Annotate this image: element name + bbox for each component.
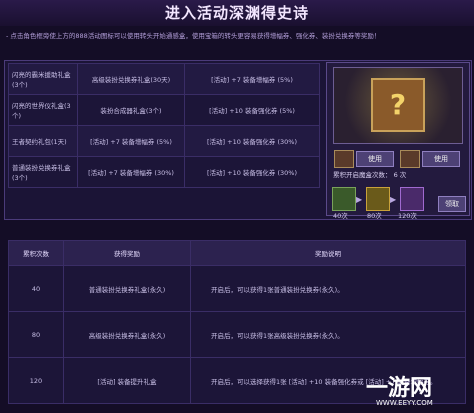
- table-row: 40 普通装扮兑换券礼盒(永久) 开启后，可以获得1张普通装扮兑换券(永久)。: [8, 265, 466, 312]
- notice-text: - 点击角色框旁使上方的888活动图标可以使用转头开始通感盒，使用宝箱的转头更容…: [6, 32, 381, 40]
- table-row: 闪亮的霸米援助礼盒(3个) 高级装扮兑换券礼盒(30天) [活动] +7 装备增…: [8, 63, 320, 95]
- chest-display: ?: [333, 67, 463, 144]
- tier-40-reward-icon: [332, 187, 356, 211]
- mystery-chest-icon: ?: [371, 78, 425, 132]
- reward-item: [活动] +10 装备强化券 (5%): [184, 94, 320, 126]
- column-header: 累积次数: [8, 240, 64, 266]
- open-count: 累积开启魔盒次数： 6 次: [333, 169, 406, 179]
- table-row: 普通装扮兑换券礼盒(3个) [活动] +7 装备增幅券 (30%) [活动] +…: [8, 156, 320, 188]
- column-header: 奖励说明: [190, 240, 466, 266]
- arrow-icon: ▶: [356, 195, 363, 204]
- tier-label: 40次: [333, 212, 348, 220]
- reward-item: 高级装扮兑换券礼盒(30天): [77, 63, 185, 95]
- watermark-url: WWW.EEYY.COM: [376, 399, 433, 407]
- description-cell: 开启后，可以获得1张高级装扮兑换券(永久)。: [190, 311, 466, 358]
- open-count-label: 累积开启魔盒次数：: [333, 171, 392, 179]
- open-count-value: 6 次: [393, 171, 407, 179]
- table-row: 闪亮的世界仪礼盒(3个) 装扮合成器礼盒(3个) [活动] +10 装备强化券 …: [8, 94, 320, 126]
- key-item-icon: [400, 150, 420, 168]
- reward-item: [活动] +7 装备增幅券 (30%): [77, 156, 185, 188]
- table-row: 80 高级装扮兑换券礼盒(永久) 开启后，可以获得1张高级装扮兑换券(永久)。: [8, 311, 466, 358]
- use-button[interactable]: 使用: [422, 151, 460, 167]
- watermark-logo: 一游网 WWW.EEYY.COM: [366, 370, 472, 410]
- reward-box-name: 王者契约礼包(1天): [8, 125, 78, 157]
- claim-button[interactable]: 领取: [438, 196, 466, 212]
- reward-table: 闪亮的霸米援助礼盒(3个) 高级装扮兑换券礼盒(30天) [活动] +7 装备增…: [8, 63, 320, 188]
- tier-120-reward-icon: [400, 187, 424, 211]
- reward-box-name: 闪亮的霸米援助礼盒(3个): [8, 63, 78, 95]
- tier-80-reward-icon: [366, 187, 390, 211]
- reward-cell: 普通装扮兑换券礼盒(永久): [63, 265, 191, 312]
- reward-cell: 高级装扮兑换券礼盒(永久): [63, 311, 191, 358]
- table-header-row: 累积次数 获得奖励 奖励说明: [8, 240, 466, 266]
- reward-item: 装扮合成器礼盒(3个): [77, 94, 185, 126]
- arrow-icon: ▶: [390, 195, 397, 204]
- watermark-brand: 一游网: [366, 376, 433, 401]
- reward-box-name: 普通装扮兑换券礼盒(3个): [8, 156, 78, 188]
- count-cell: 80: [8, 311, 64, 358]
- tier-label: 80次: [367, 212, 382, 220]
- tier-label: 120次: [398, 212, 417, 220]
- table-row: 王者契约礼包(1天) [活动] +7 装备增幅券 (5%) [活动] +10 装…: [8, 125, 320, 157]
- count-cell: 120: [8, 357, 64, 404]
- description-cell: 开启后，可以获得1张普通装扮兑换券(永久)。: [190, 265, 466, 312]
- reward-item: [活动] +7 装备增幅券 (5%): [184, 63, 320, 95]
- page-title: 进入活动深渊得史诗: [0, 0, 474, 26]
- reward-item: [活动] +10 装备强化券 (30%): [184, 125, 320, 157]
- reward-item: [活动] +7 装备增幅券 (5%): [77, 125, 185, 157]
- column-header: 获得奖励: [63, 240, 191, 266]
- reward-cell: [活动] 装备提升礼盒: [63, 357, 191, 404]
- reward-item: [活动] +10 装备强化券 (30%): [184, 156, 320, 188]
- key-item-icon: [334, 150, 354, 168]
- count-cell: 40: [8, 265, 64, 312]
- use-button[interactable]: 使用: [356, 151, 394, 167]
- reward-box-name: 闪亮的世界仪礼盒(3个): [8, 94, 78, 126]
